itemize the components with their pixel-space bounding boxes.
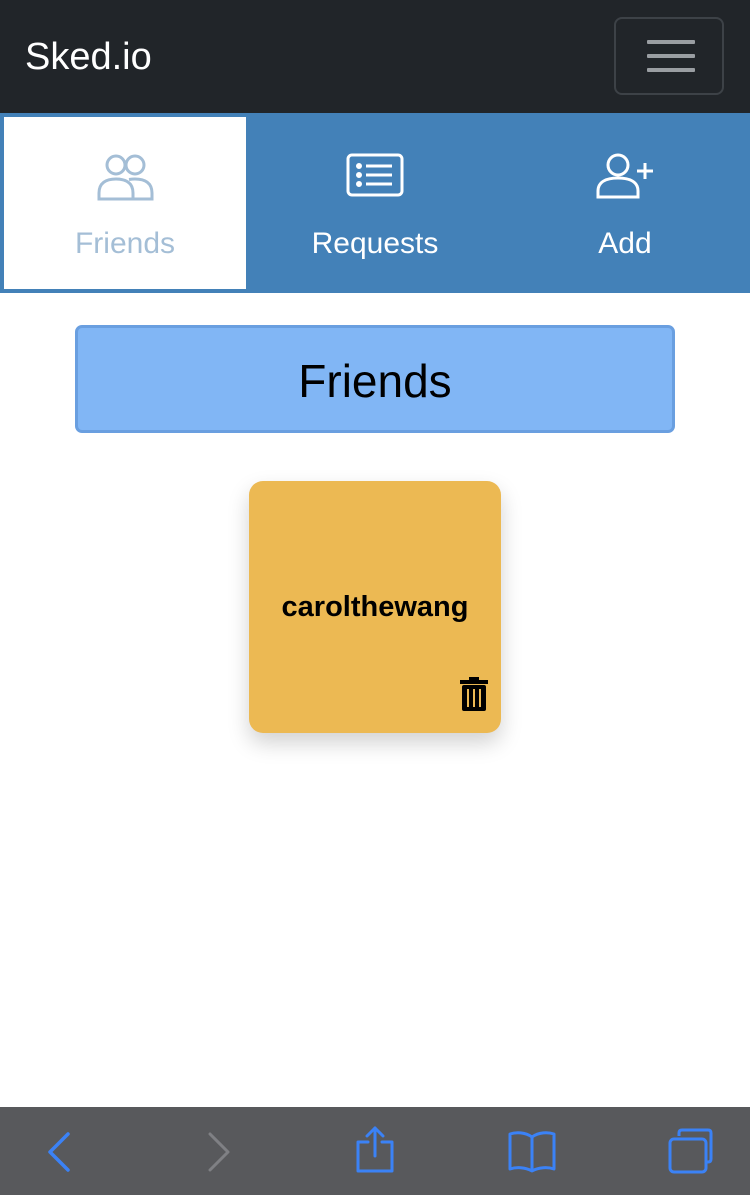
add-user-icon — [596, 153, 654, 204]
forward-icon[interactable] — [192, 1125, 246, 1179]
friends-icon — [96, 153, 154, 206]
tabs-icon[interactable] — [664, 1125, 718, 1179]
friend-username: carolthewang — [281, 591, 469, 623]
share-icon[interactable] — [348, 1125, 402, 1179]
menu-toggle-button[interactable] — [614, 17, 724, 95]
page-title: Friends — [298, 355, 452, 407]
list-icon — [346, 153, 404, 202]
tab-friends[interactable]: Friends — [0, 113, 250, 293]
friend-card[interactable]: carolthewang — [249, 481, 501, 733]
hamburger-menu-icon — [647, 40, 695, 44]
trash-icon[interactable] — [460, 677, 488, 711]
tab-requests[interactable]: Requests — [250, 113, 500, 293]
tab-friends-label: Friends — [74, 227, 176, 260]
browser-toolbar — [0, 1107, 750, 1195]
section-header: Friends — [75, 325, 675, 433]
tab-bar: Friends Requests Add — [0, 113, 750, 293]
back-icon[interactable] — [32, 1125, 86, 1179]
tab-requests-label: Requests — [311, 227, 439, 260]
tab-add[interactable]: Add — [500, 113, 750, 293]
tab-add-label: Add — [598, 227, 652, 260]
bookmarks-icon[interactable] — [505, 1125, 559, 1179]
top-navbar: Sked.io — [0, 0, 750, 113]
brand-logo[interactable]: Sked.io — [25, 34, 152, 80]
